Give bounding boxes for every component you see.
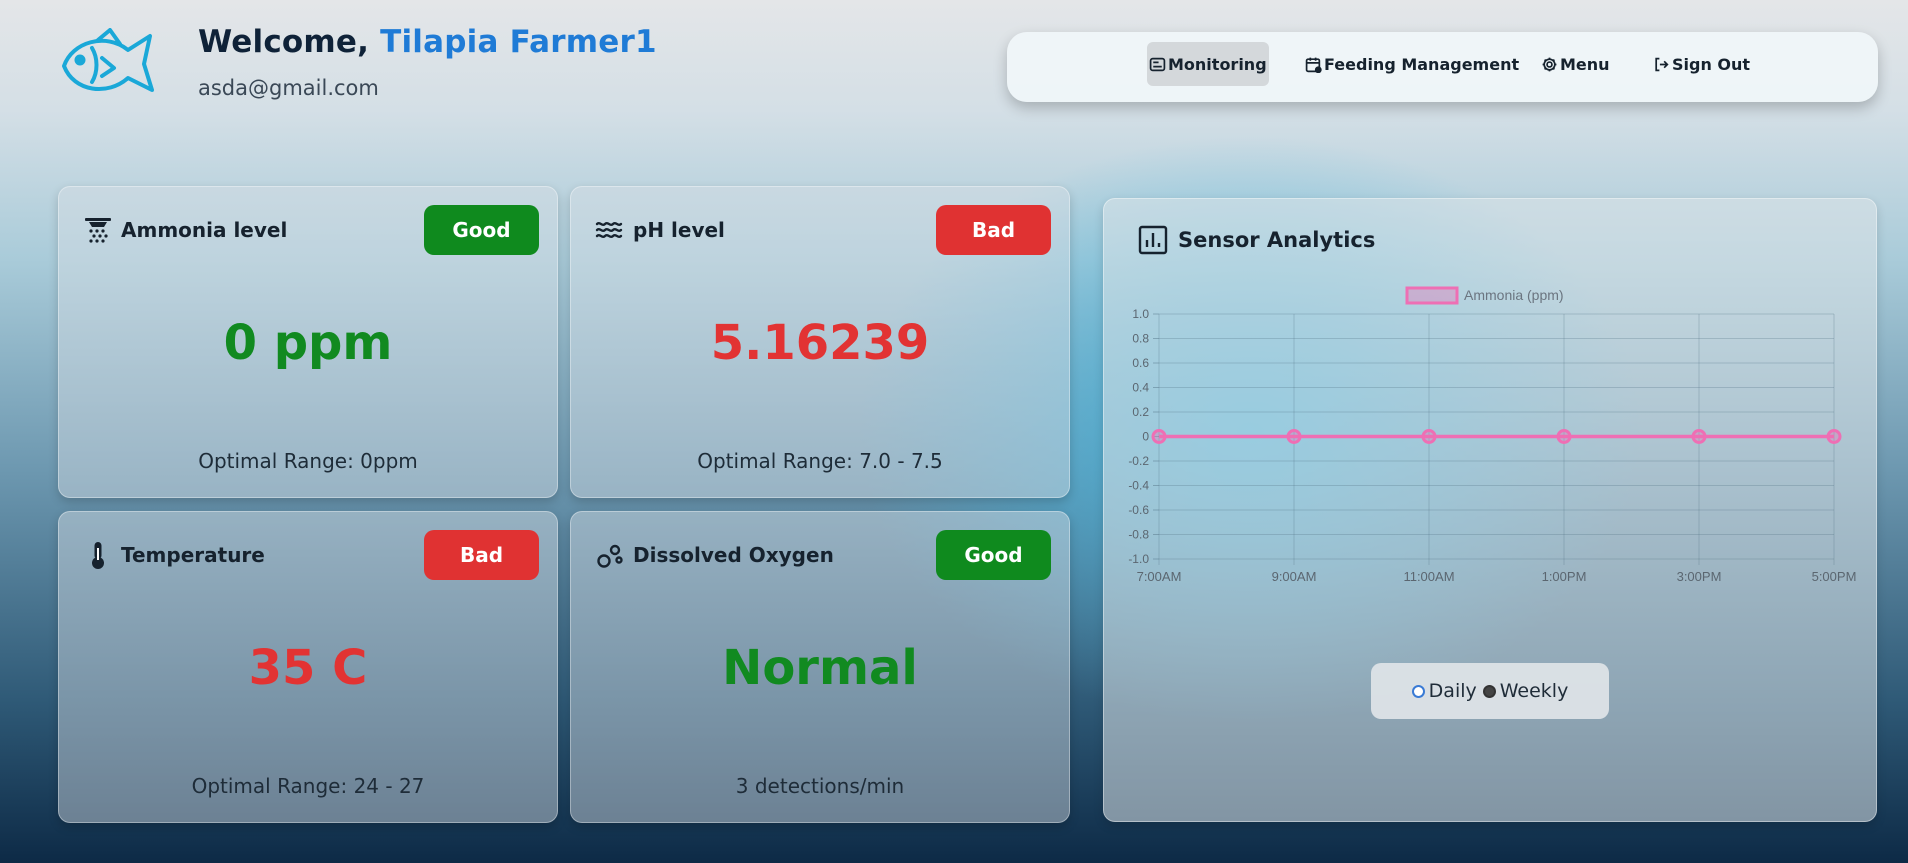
- y-tick-label: -0.4: [1128, 479, 1149, 493]
- nav-feeding-management-label: Feeding Management: [1324, 54, 1520, 74]
- ph-reading: 5.16239: [710, 315, 930, 371]
- sign-out-icon: [1655, 57, 1669, 71]
- legend-label: Ammonia (ppm): [1464, 287, 1564, 303]
- sensor-analytics-panel: Sensor Analytics 1.0 0.8 0.6 0.4 0.2 0 -0.2 -0.…: [1103, 198, 1877, 822]
- monitor-icon: [1149, 57, 1166, 71]
- ammonia-card-title: Ammonia level: [83, 215, 287, 245]
- nav-monitoring[interactable]: Monitoring: [1147, 42, 1269, 86]
- oxygen-detections: 3 detections/min: [735, 774, 905, 798]
- period-toggle: Daily Weekly: [1371, 663, 1609, 719]
- top-navigation: Monitoring Feeding Management Menu Sign …: [1007, 32, 1878, 102]
- nav-monitoring-label: Monitoring: [1168, 54, 1267, 74]
- y-tick-label: -0.6: [1128, 503, 1149, 517]
- sensor-analytics-title: Sensor Analytics: [1138, 225, 1375, 255]
- weekly-radio[interactable]: Weekly: [1482, 680, 1569, 702]
- ammonia-data-point: [1691, 429, 1707, 444]
- ammonia-optimal-range: Optimal Range: 0ppm: [198, 449, 418, 473]
- ammonia-data-point: [1151, 429, 1167, 444]
- y-tick-label: 0: [1142, 430, 1149, 444]
- oxygen-card: Dissolved Oxygen Good Normal 3 detection…: [570, 511, 1070, 823]
- ph-status-badge: Bad: [936, 205, 1051, 255]
- temperature-card-title: Temperature: [83, 540, 265, 570]
- weekly-radio-label: Weekly: [1499, 680, 1569, 702]
- oxygen-reading: Normal: [722, 640, 918, 696]
- y-tick-label: 0.2: [1132, 405, 1149, 419]
- ph-card-title: pH level: [595, 215, 725, 245]
- ammonia-data-point: [1421, 429, 1437, 444]
- legend-swatch: [1405, 286, 1459, 305]
- ammonia-title-text: Ammonia level: [121, 218, 288, 242]
- bar-chart-icon: [1138, 225, 1168, 255]
- user-name: Tilapia Farmer1: [380, 24, 657, 60]
- weekly-radio-indicator[interactable]: [1482, 684, 1496, 698]
- ammonia-data-point: [1286, 429, 1302, 444]
- sensor-analytics-title-text: Sensor Analytics: [1178, 228, 1376, 252]
- y-tick-label: -0.8: [1128, 528, 1149, 542]
- oxygen-title-text: Dissolved Oxygen: [633, 543, 834, 567]
- bubbles-icon: [597, 544, 623, 568]
- temperature-title-text: Temperature: [121, 543, 265, 567]
- y-tick-label: 0.8: [1132, 332, 1149, 346]
- y-tick-label: 1.0: [1132, 307, 1149, 321]
- temperature-optimal-range: Optimal Range: 24 - 27: [191, 774, 425, 798]
- x-tick-label: 9:00AM: [1272, 569, 1317, 584]
- y-tick-label: 0.4: [1132, 381, 1149, 395]
- x-tick-label: 1:00PM: [1542, 569, 1587, 584]
- temperature-card: Temperature Bad 35 C Optimal Range: 24 -…: [58, 511, 558, 823]
- ammonia-status-badge: Good: [424, 205, 539, 255]
- y-tick-label: -0.2: [1128, 454, 1149, 468]
- ammonia-data-point: [1556, 429, 1572, 444]
- temperature-reading: 35 C: [248, 640, 368, 696]
- daily-radio-indicator[interactable]: [1411, 684, 1425, 698]
- ammonia-reading: 0 ppm: [223, 315, 393, 371]
- x-tick-label: 11:00AM: [1403, 569, 1454, 584]
- temperature-status-badge: Bad: [424, 530, 539, 580]
- nav-feeding-management[interactable]: Feeding Management: [1303, 42, 1521, 86]
- x-tick-label: 5:00PM: [1812, 569, 1857, 584]
- gear-icon: [1542, 57, 1557, 71]
- user-email: asda@gmail.com: [198, 76, 379, 100]
- x-tick-label: 7:00AM: [1137, 569, 1182, 584]
- ammonia-data-point: [1826, 429, 1842, 444]
- ph-card: pH level Bad 5.16239 Optimal Range: 7.0 …: [570, 186, 1070, 498]
- oxygen-status-badge: Good: [936, 530, 1051, 580]
- daily-radio-label: Daily: [1428, 680, 1477, 702]
- daily-radio[interactable]: Daily: [1411, 680, 1477, 702]
- water-waves-icon: [595, 221, 623, 239]
- ammonia-line-chart: 1.0 0.8 0.6 0.4 0.2 0 -0.2 -0.4 -0.6 -0.8 -1.0 7:00…: [1128, 286, 1857, 584]
- ph-optimal-range: Optimal Range: 7.0 - 7.5: [697, 449, 943, 473]
- calendar-icon: [1305, 57, 1322, 73]
- nav-menu[interactable]: Menu: [1539, 42, 1612, 86]
- nav-sign-out-label: Sign Out: [1672, 54, 1751, 74]
- thermometer-icon: [92, 542, 104, 569]
- y-tick-label: -1.0: [1128, 552, 1149, 566]
- ph-title-text: pH level: [633, 218, 725, 242]
- oxygen-card-title: Dissolved Oxygen: [595, 540, 834, 570]
- nav-sign-out[interactable]: Sign Out: [1651, 42, 1752, 86]
- ammonia-card: Ammonia level Good 0 ppm Optimal Range: …: [58, 186, 558, 498]
- nav-menu-label: Menu: [1560, 54, 1610, 74]
- y-tick-label: 0.6: [1132, 356, 1149, 370]
- welcome-heading: Welcome, Tilapia Farmer1: [198, 24, 657, 60]
- x-tick-label: 3:00PM: [1677, 569, 1722, 584]
- fish-logo-icon: [62, 28, 154, 92]
- ammonia-sprinkler-icon: [85, 218, 111, 243]
